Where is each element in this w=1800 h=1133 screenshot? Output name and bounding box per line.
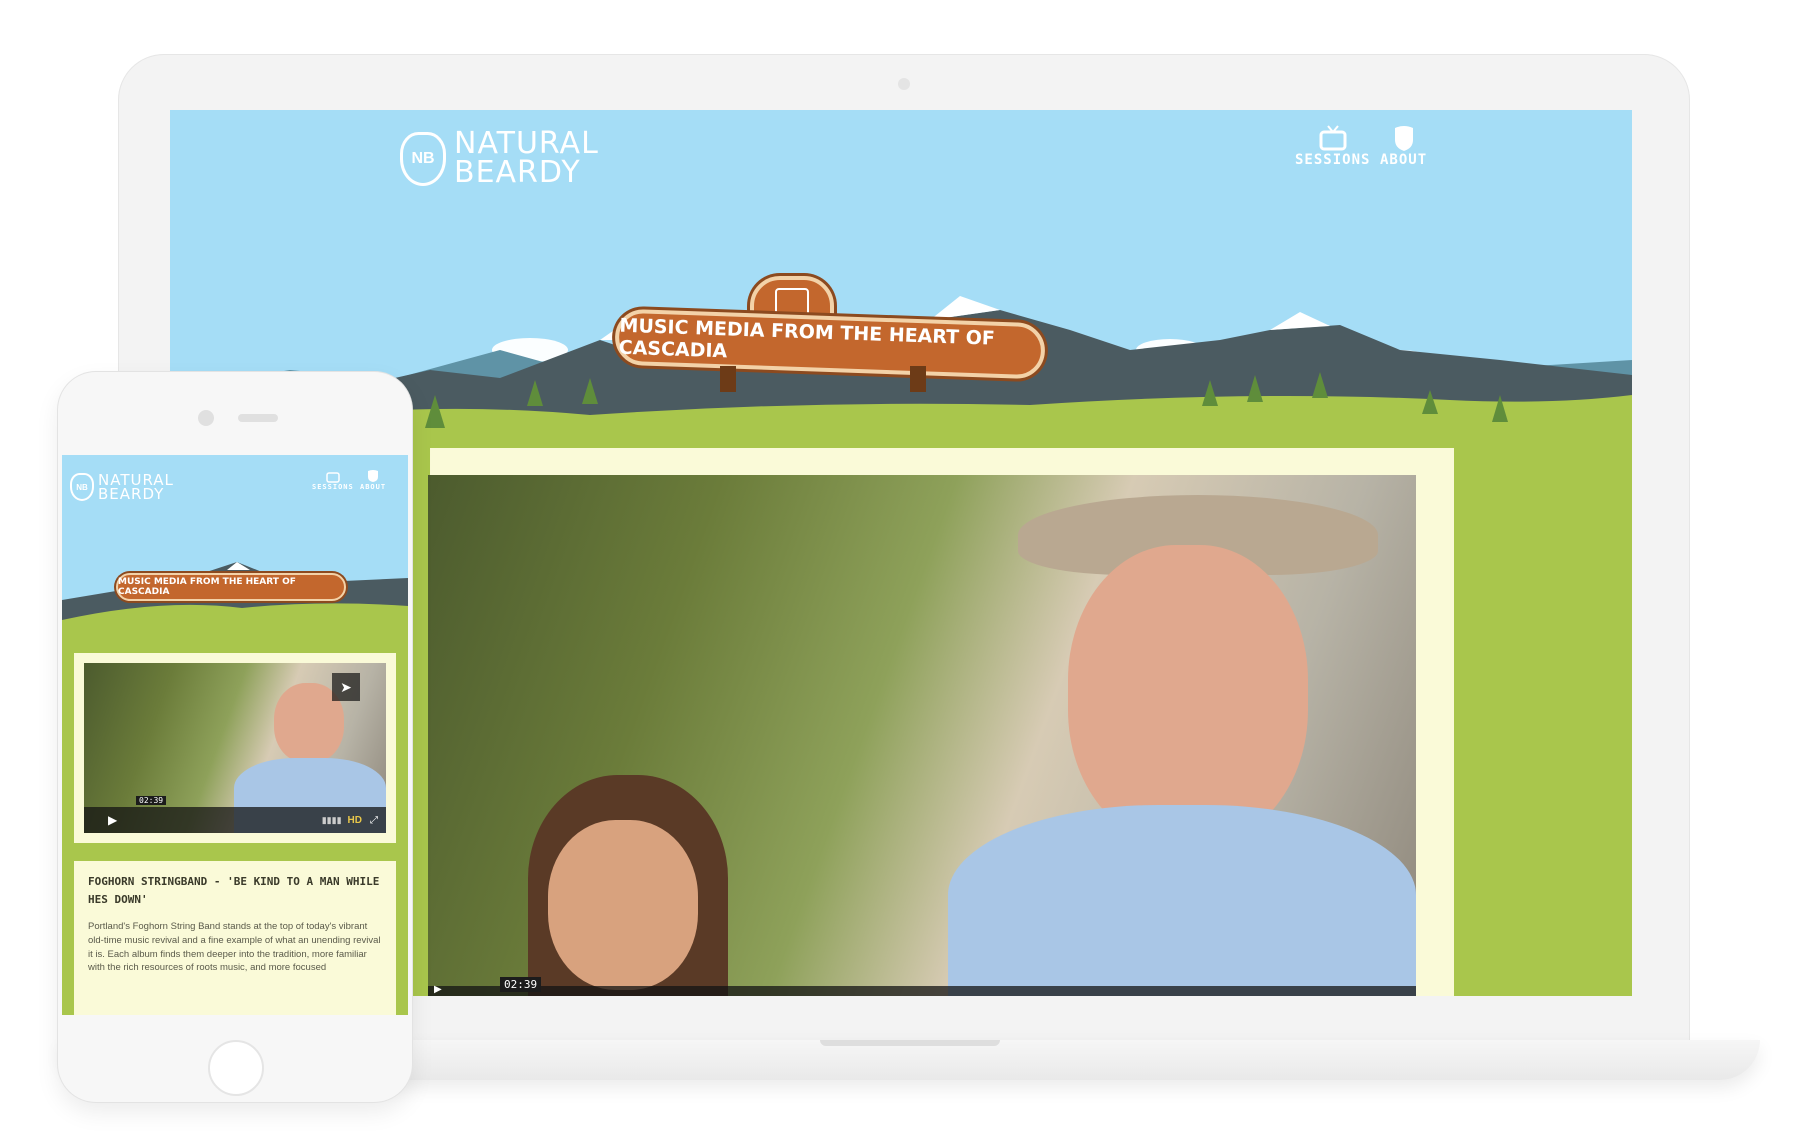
volume-icon[interactable]: ▮▮▮▮: [322, 815, 342, 826]
shield-logo-icon: [1394, 126, 1413, 151]
laptop-notch: [820, 1040, 1000, 1046]
mobile-video-controls[interactable]: ▶ ▮▮▮▮ HD ⤢: [84, 807, 386, 833]
phone-camera: [198, 410, 214, 426]
fullscreen-icon[interactable]: ⤢: [370, 815, 378, 826]
nav-sessions-label: SESSIONS: [1295, 152, 1371, 168]
video-controls[interactable]: ▶: [428, 984, 1416, 996]
mobile-play-icon[interactable]: ▶: [108, 813, 117, 827]
play-icon[interactable]: ▶: [434, 984, 442, 995]
hd-toggle[interactable]: HD: [348, 815, 362, 826]
tv-icon: [1319, 125, 1347, 151]
mobile-tagline-sign: Music media from the heart of Cascadia: [116, 573, 346, 601]
mobile-tv-icon: [326, 472, 340, 483]
mobile-nav-sessions-label: SESSIONS: [312, 483, 354, 491]
video-time: 02:39: [500, 977, 542, 992]
nav-sessions[interactable]: SESSIONS: [1295, 124, 1370, 168]
video-player[interactable]: ▶ 02:39: [428, 475, 1416, 996]
share-icon[interactable]: ➤: [332, 673, 360, 701]
mobile-video-player[interactable]: ➤ ▶ ▮▮▮▮ HD ⤢ 02:39: [84, 663, 386, 833]
mobile-nav-about-label: ABOUT: [360, 483, 387, 491]
phone-speaker: [238, 414, 278, 422]
mobile-brand-logo[interactable]: NB NATURAL BEARDY: [70, 472, 174, 504]
nav-about[interactable]: ABOUT: [1380, 124, 1427, 168]
post-title[interactable]: FOGHORN STRINGBAND - 'BE KIND TO A MAN W…: [88, 873, 382, 908]
post-card: FOGHORN STRINGBAND - 'BE KIND TO A MAN W…: [74, 861, 396, 1015]
mobile-brand-line2: BEARDY: [98, 485, 165, 504]
video-face-shape: [1068, 545, 1308, 845]
video-shirt-shape: [948, 805, 1416, 996]
sign-post-left: [720, 366, 736, 392]
nav-about-label: ABOUT: [1380, 152, 1428, 168]
phone-home-button[interactable]: [208, 1040, 264, 1096]
sign-post-right: [910, 366, 926, 392]
mobile-nav-about[interactable]: ABOUT: [360, 469, 386, 491]
brand-logo[interactable]: NB NATURAL BEARDY: [400, 129, 599, 190]
brand-name-line2: BEARDY: [454, 154, 581, 190]
laptop-camera: [898, 78, 910, 90]
mobile-shield-logo-icon: [368, 470, 379, 482]
mobile-screen: NB NATURAL BEARDY SESSIONS ABOUT Music m…: [62, 455, 408, 1015]
post-body: Portland's Foghorn String Band stands at…: [88, 921, 381, 974]
mobile-nb-badge-icon: NB: [70, 473, 94, 502]
mobile-video-time: 02:39: [136, 796, 167, 805]
mobile-nav-sessions[interactable]: SESSIONS: [312, 469, 354, 491]
oregon-emblem-icon: [775, 288, 809, 316]
nb-badge-icon: NB: [400, 131, 446, 186]
video-face2-shape: [548, 820, 698, 990]
